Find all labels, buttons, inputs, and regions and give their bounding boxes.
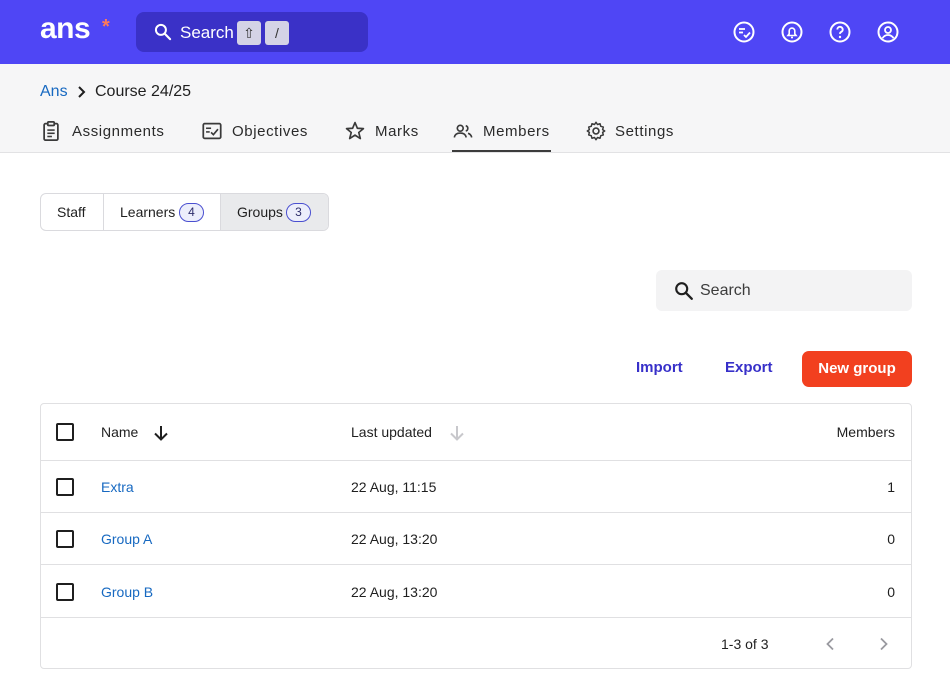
group-name-link[interactable]: Group A	[101, 531, 152, 547]
members-segment-control: Staff Learners 4 Groups 3	[40, 193, 329, 231]
global-search-label: Search	[180, 23, 234, 42]
segment-staff-label: Staff	[57, 204, 86, 220]
global-search-button[interactable]: Search ⇧ /	[136, 12, 368, 52]
course-header: Ans Course 24/25 Assignments Objectives …	[0, 64, 950, 153]
account-icon[interactable]	[876, 20, 900, 44]
logo-text: ans	[40, 12, 91, 45]
help-icon[interactable]	[828, 20, 852, 44]
groups-table: Name Last updated Members Extra 22 Aug, …	[40, 403, 912, 669]
import-button[interactable]: Import	[636, 359, 683, 376]
table-row: Group B 22 Aug, 13:20 0	[41, 565, 911, 618]
learners-count-badge: 4	[179, 203, 204, 222]
segment-groups-label: Groups	[237, 204, 283, 220]
group-name-link[interactable]: Extra	[101, 479, 134, 495]
tab-settings-label: Settings	[615, 123, 674, 140]
row-checkbox[interactable]	[56, 583, 74, 601]
bell-icon[interactable]	[780, 20, 804, 44]
top-bar: ans * Search ⇧ /	[0, 0, 950, 64]
shift-key-hint: ⇧	[237, 21, 261, 45]
tab-objectives-label: Objectives	[232, 123, 309, 140]
last-updated-cell: 22 Aug, 13:20	[351, 531, 438, 547]
tab-objectives[interactable]: Objectives	[201, 120, 313, 152]
table-row: Group A 22 Aug, 13:20 0	[41, 513, 911, 565]
group-search-input[interactable]	[700, 270, 900, 311]
objectives-icon	[202, 122, 222, 140]
column-header-name[interactable]: Name	[101, 424, 138, 440]
search-icon	[675, 282, 693, 300]
tab-settings[interactable]: Settings	[585, 120, 680, 152]
tab-members-label: Members	[483, 123, 550, 140]
tab-marks[interactable]: Marks	[344, 120, 422, 152]
column-header-members: Members	[836, 424, 895, 440]
group-search-box	[656, 270, 912, 311]
chevron-left-icon[interactable]	[822, 635, 840, 653]
sort-descending-icon[interactable]	[151, 423, 171, 443]
last-updated-cell: 22 Aug, 11:15	[351, 479, 437, 495]
last-updated-cell: 22 Aug, 13:20	[351, 584, 438, 600]
column-header-last-updated[interactable]: Last updated	[351, 424, 432, 440]
slash-key-hint: /	[265, 21, 289, 45]
segment-groups[interactable]: Groups 3	[221, 194, 328, 230]
clipboard-icon	[43, 120, 59, 142]
tab-members[interactable]: Members	[452, 120, 551, 152]
pagination: 1-3 of 3	[41, 618, 911, 668]
ans-logo[interactable]: ans *	[40, 12, 110, 45]
chevron-right-icon[interactable]	[874, 635, 892, 653]
members-count-cell: 1	[887, 479, 895, 495]
chevron-right-icon	[78, 86, 86, 98]
group-name-link[interactable]: Group B	[101, 584, 153, 600]
groups-count-badge: 3	[286, 203, 311, 222]
members-count-cell: 0	[887, 584, 895, 600]
new-group-button[interactable]: New group	[802, 351, 912, 387]
breadcrumb-root-link[interactable]: Ans	[40, 83, 68, 101]
people-icon	[453, 124, 473, 138]
select-all-checkbox[interactable]	[56, 423, 74, 441]
tab-marks-label: Marks	[375, 123, 419, 140]
table-header-row: Name Last updated Members	[41, 404, 911, 461]
search-icon	[154, 23, 172, 41]
checklist-icon[interactable]	[732, 20, 756, 44]
sort-inactive-icon[interactable]	[447, 423, 467, 443]
gear-icon	[586, 121, 606, 141]
segment-staff[interactable]: Staff	[41, 194, 104, 230]
breadcrumb-current: Course 24/25	[95, 83, 192, 100]
row-checkbox[interactable]	[56, 478, 74, 496]
row-checkbox[interactable]	[56, 530, 74, 548]
tab-assignments-label: Assignments	[72, 123, 165, 140]
table-row: Extra 22 Aug, 11:15 1	[41, 461, 911, 513]
members-count-cell: 0	[887, 531, 895, 547]
pagination-range: 1-3 of 3	[721, 636, 769, 652]
logo-star: *	[102, 16, 110, 38]
tab-assignments[interactable]: Assignments	[40, 120, 170, 152]
export-button[interactable]: Export	[725, 359, 773, 376]
segment-learners-label: Learners	[120, 204, 176, 220]
segment-learners[interactable]: Learners 4	[104, 194, 221, 230]
star-icon	[345, 121, 365, 140]
